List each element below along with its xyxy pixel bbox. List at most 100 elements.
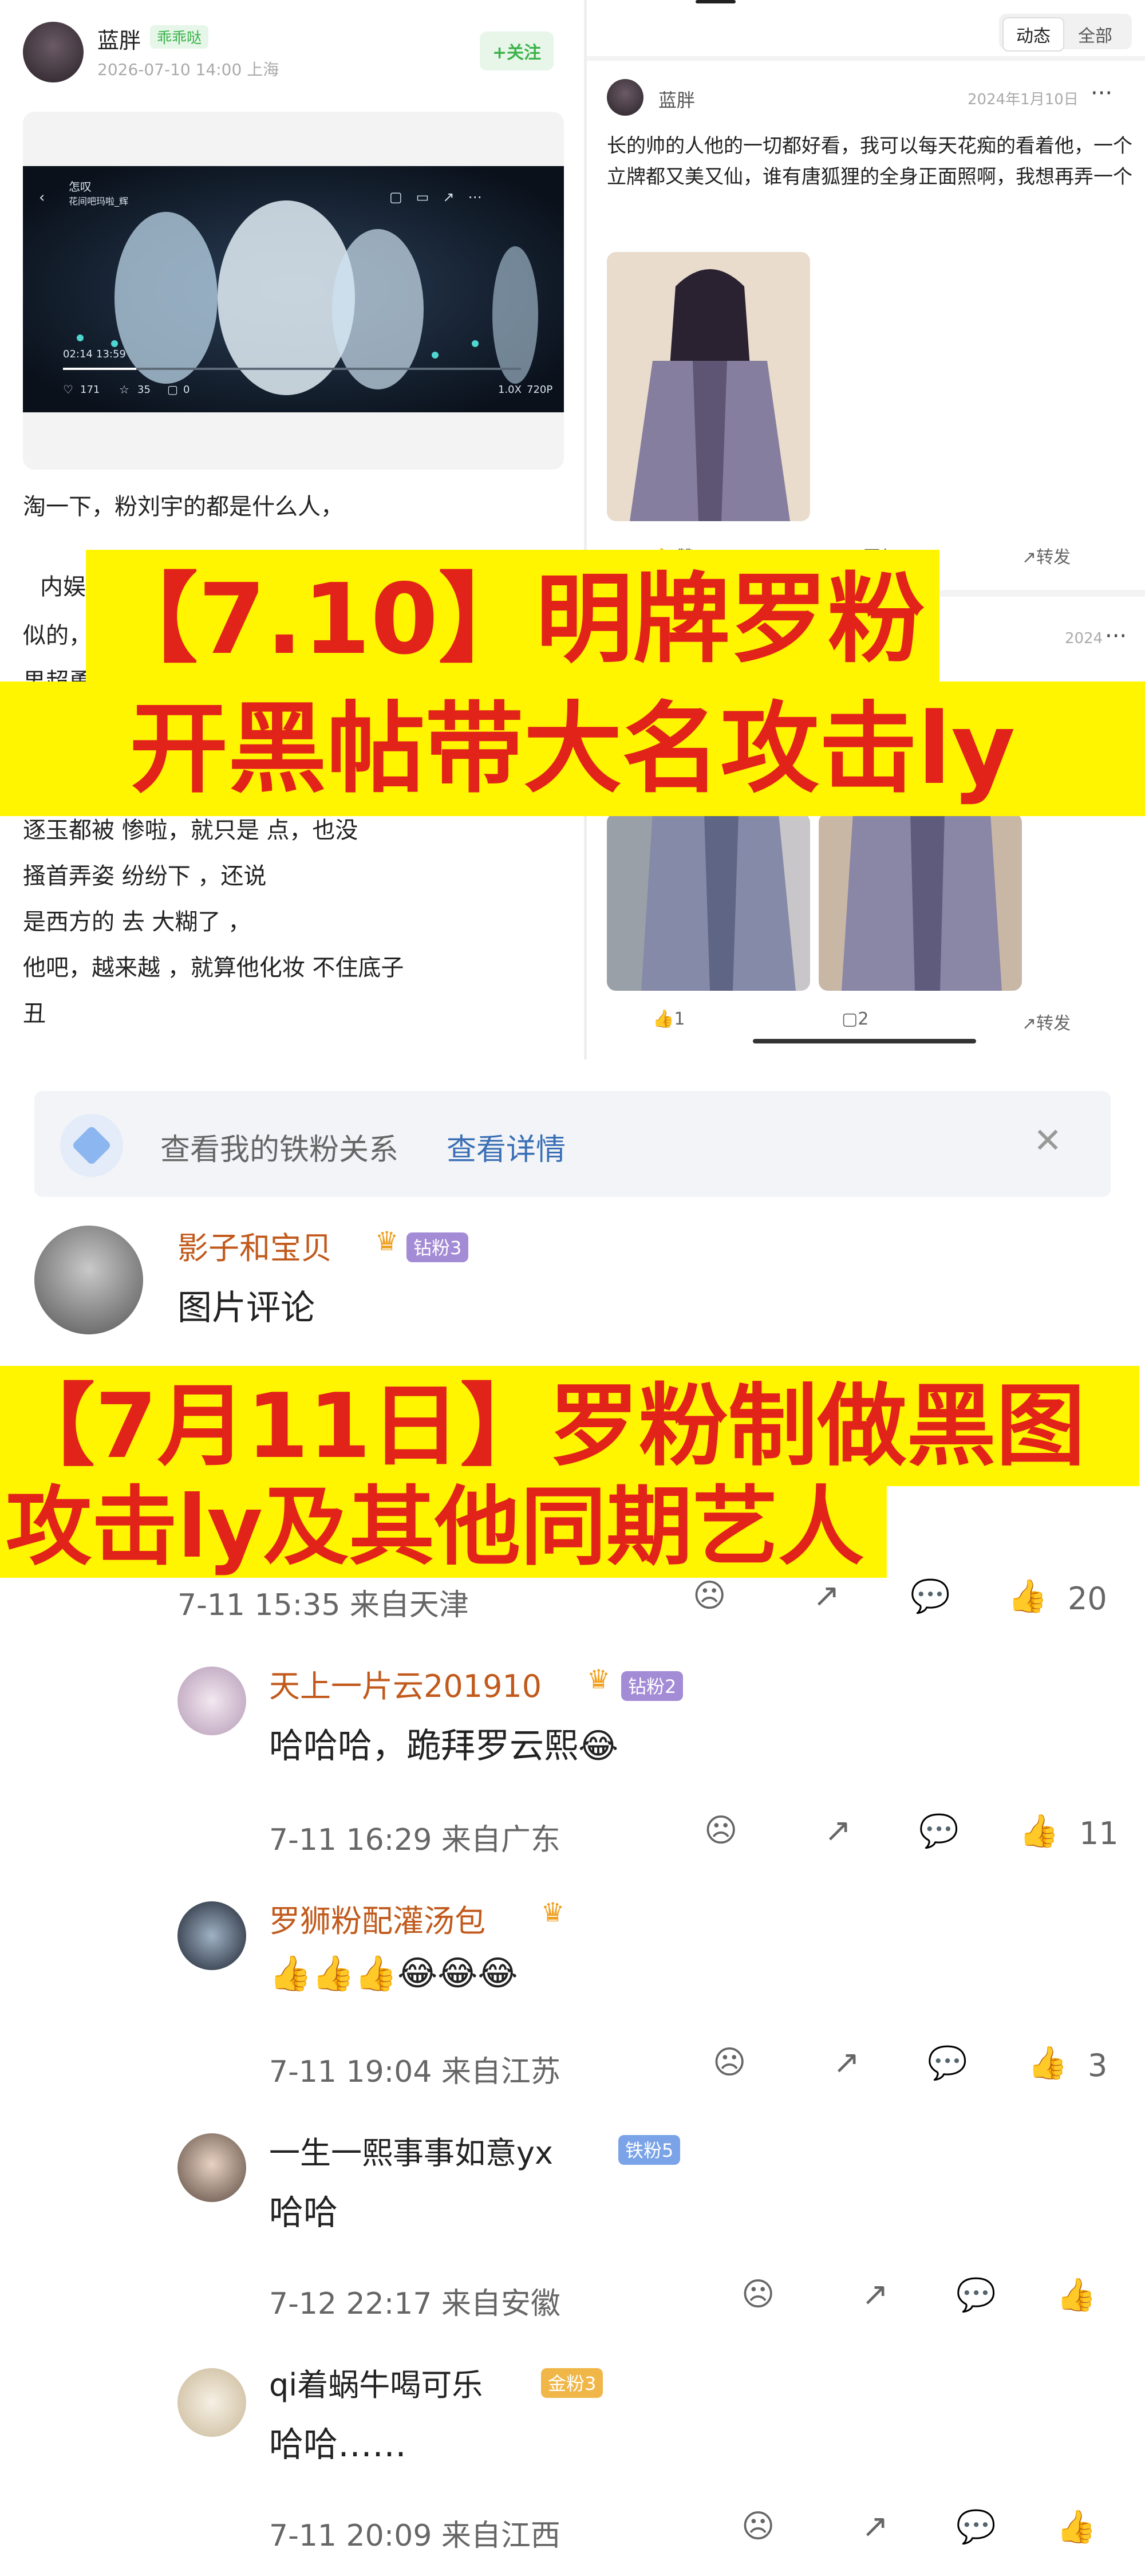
feed-photo[interactable] [607, 252, 810, 521]
sad-face-icon[interactable]: ☹ [741, 2508, 775, 2545]
comment-icon[interactable]: 💬 [927, 2044, 968, 2082]
share-action[interactable]: ↗转发 [1022, 1009, 1071, 1034]
video-toolbar-icons[interactable]: ▢▭↗⋯ [389, 189, 495, 205]
video-speed[interactable]: 1.0X [498, 384, 522, 396]
video-current-time: 02:14 [63, 348, 93, 360]
post-text-line: 内娱 [40, 574, 86, 600]
user-name[interactable]: 蓝胖 [97, 23, 141, 54]
post-text-line: 淘一下，粉刘宇的都是什么人， [23, 494, 344, 520]
like-count: 20 [1068, 1581, 1107, 1617]
feed-post2-date: 2024 [1065, 630, 1103, 647]
comment-icon[interactable]: 💬 [956, 2276, 996, 2314]
commenter-avatar[interactable] [34, 1226, 143, 1334]
video-frame[interactable]: 怎叹 花间吧玛啦_辉 ‹ ▢▭↗⋯ 02:14 13:59 ♡ 171 ☆ 35… [23, 166, 564, 412]
video-like-icon[interactable]: ♡ [63, 383, 73, 396]
post-text-line: 似的， [23, 623, 92, 649]
diamond-icon [60, 1114, 123, 1177]
level-badge: 乖乖哒 [150, 25, 209, 49]
post-text-line: 他吧，越来越 ，就算他化妆 不住底子 [23, 955, 404, 981]
commenter-name[interactable]: 天上一片云201910 [269, 1661, 542, 1706]
feed-photo-art [819, 813, 1022, 991]
tab-all[interactable]: 全部 [1065, 18, 1125, 50]
crown-icon: ♛ [375, 1226, 399, 1257]
comment-meta: 7-11 16:29 来自广东 [269, 1823, 560, 1857]
video-quality[interactable]: 720P [527, 384, 552, 396]
commenter-name[interactable]: 影子和宝贝 [177, 1223, 332, 1268]
share-action[interactable]: ↗转发 [1022, 543, 1071, 568]
crown-icon: ♛ [587, 1664, 611, 1695]
post-text-line: 丑 [23, 1001, 46, 1027]
follow-button[interactable]: +关注 [480, 31, 554, 70]
comment-section: 查看我的铁粉关系 查看详情 ✕ 影子和宝贝 ♛ 钻粉3 图片评论 7-11 15… [0, 1059, 1145, 2576]
share-icon[interactable]: ↗ [862, 2508, 889, 2545]
feed-photo[interactable] [819, 813, 1022, 991]
more-icon[interactable]: ··· [1091, 80, 1112, 107]
video-comment-icon[interactable]: ▢ [167, 383, 178, 396]
banner-headline-4: 攻击ly及其他同期艺人 [0, 1478, 887, 1578]
video-favorites: 35 [137, 384, 151, 396]
share-label: 转发 [1036, 1014, 1071, 1034]
sad-face-icon[interactable]: ☹ [693, 1577, 726, 1614]
video-duration: 13:59 [96, 348, 126, 360]
comment-action[interactable]: ▢2 [842, 1009, 868, 1029]
commenter-avatar[interactable] [177, 2368, 246, 2437]
commenter-name[interactable]: 罗狮粉配灌汤包 [269, 1896, 485, 1941]
fan-badge: 金粉3 [541, 2368, 603, 2398]
tab-group: 动态 全部 [999, 14, 1132, 52]
video-progress-track[interactable] [63, 368, 521, 370]
post-text-line: 是西方的 去 大糊了 ， [23, 909, 251, 935]
post-time-location: 2026-07-10 14:00 上海 [97, 60, 279, 79]
comment-meta: 7-11 15:35 来自天津 [177, 1588, 469, 1622]
share-icon[interactable]: ↗ [824, 1812, 851, 1849]
commenter-name[interactable]: qi着蜗牛喝可乐 [269, 2360, 483, 2405]
thumbs-up-icon[interactable]: 👍 [1056, 2508, 1096, 2546]
banner-headline-1: 【7.10】明牌罗粉 [86, 550, 940, 690]
comment-text: 哈哈 [269, 2193, 338, 2233]
feed-post-date: 2024年1月10日 [968, 91, 1079, 108]
fan-relation-bar[interactable]: 查看我的铁粉关系 查看详情 ✕ [34, 1091, 1111, 1197]
commenter-avatar[interactable] [177, 2133, 246, 2202]
fan-relation-text: 查看我的铁粉关系 [160, 1133, 399, 1167]
share-label: 转发 [1036, 548, 1071, 568]
share-icon[interactable]: ↗ [813, 1577, 840, 1614]
thumbs-up-icon[interactable]: 👍 [1019, 1812, 1059, 1850]
video-card[interactable]: 怎叹 花间吧玛啦_辉 ‹ ▢▭↗⋯ 02:14 13:59 ♡ 171 ☆ 35… [23, 112, 564, 470]
close-icon[interactable]: ✕ [1033, 1121, 1062, 1161]
like-action[interactable]: 👍1 [653, 1009, 685, 1029]
sad-face-icon[interactable]: ☹ [704, 1812, 737, 1849]
feed-avatar[interactable] [607, 79, 643, 116]
share-icon[interactable]: ↗ [833, 2044, 860, 2081]
tab-dynamic[interactable]: 动态 [1002, 17, 1064, 52]
commenter-avatar[interactable] [177, 1667, 246, 1735]
comment-count: 2 [858, 1009, 869, 1029]
thumbs-up-icon[interactable]: 👍 [1028, 2044, 1068, 2082]
more-icon[interactable]: ··· [1105, 623, 1127, 649]
right-feed-panel: 动态 全部 蓝胖 2024年1月10日 ··· 长的帅的人他的一切都好看，我可以… [587, 0, 1145, 1059]
commenter-avatar[interactable] [177, 1901, 246, 1970]
comment-icon[interactable]: 💬 [910, 1577, 950, 1615]
feed-photo[interactable] [607, 813, 810, 991]
feed-user-name[interactable]: 蓝胖 [658, 86, 695, 112]
share-icon[interactable]: ↗ [862, 2276, 889, 2313]
comment-text: 哈哈哈，跪拜罗云熙😂 [269, 1726, 619, 1766]
comment-icon[interactable]: 💬 [956, 2508, 996, 2546]
fan-relation-link[interactable]: 查看详情 [447, 1125, 566, 1168]
comment-icon[interactable]: 💬 [919, 1812, 959, 1850]
comment-meta: 7-11 20:09 来自江西 [269, 2519, 560, 2553]
sad-face-icon[interactable]: ☹ [713, 2044, 746, 2081]
back-arrow-icon[interactable]: ‹ [39, 189, 45, 206]
commenter-name[interactable]: 一生一熙事事如意yx [269, 2128, 553, 2173]
banner-headline-2: 开黑帖带大名攻击ly [0, 682, 1145, 816]
feed-photo-art [607, 252, 810, 521]
user-avatar[interactable] [23, 22, 84, 82]
comment-text: 哈哈…… [269, 2425, 406, 2465]
home-indicator [753, 1039, 976, 1043]
sad-face-icon[interactable]: ☹ [741, 2276, 775, 2313]
thumbs-up-icon[interactable]: 👍 [1008, 1577, 1048, 1615]
video-star-icon[interactable]: ☆ [119, 383, 129, 396]
feed-divider [587, 56, 1145, 61]
top-handle [696, 0, 736, 3]
comment-meta: 7-11 19:04 来自江苏 [269, 2055, 560, 2089]
thumbs-up-icon[interactable]: 👍 [1056, 2276, 1096, 2314]
fan-badge: 钻粉2 [621, 1671, 684, 1701]
